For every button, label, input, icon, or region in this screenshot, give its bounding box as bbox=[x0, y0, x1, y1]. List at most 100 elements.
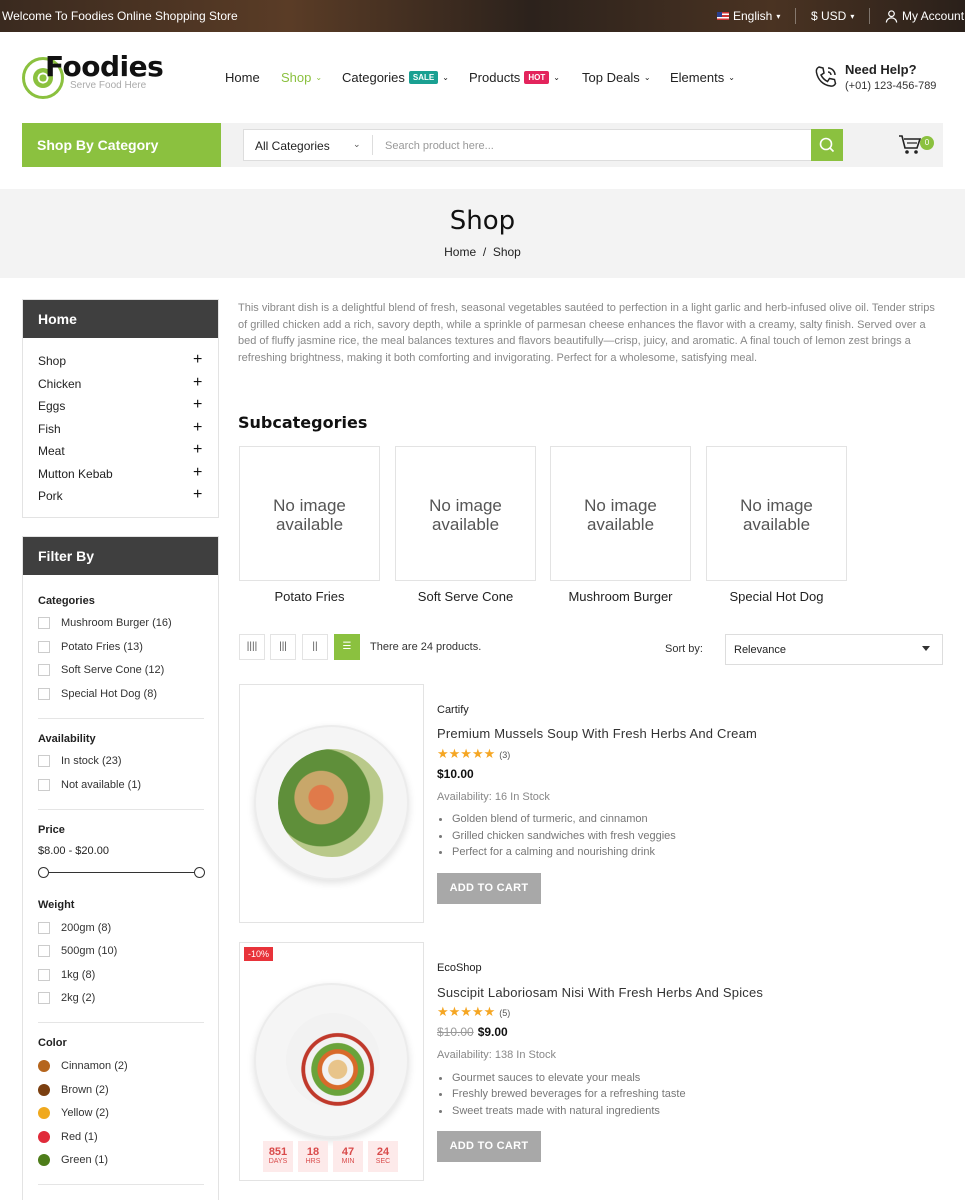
add-to-cart-button[interactable]: ADD TO CART bbox=[437, 873, 541, 904]
category-description: This vibrant dish is a delightful blend … bbox=[238, 302, 935, 365]
checkbox[interactable] bbox=[38, 922, 50, 934]
filter-option[interactable]: Cinnamon (2) bbox=[61, 1060, 128, 1072]
filter-option[interactable]: In stock (23) bbox=[61, 755, 122, 767]
checkbox[interactable] bbox=[38, 755, 50, 767]
subcategory-name[interactable]: Special Hot Dog bbox=[706, 589, 847, 604]
filter-option[interactable]: 2kg (2) bbox=[61, 992, 95, 1004]
nav-home[interactable]: Home bbox=[225, 70, 260, 85]
grid-4-view-button[interactable]: |||| bbox=[239, 634, 265, 660]
filter-option[interactable]: Potato Fries (13) bbox=[61, 641, 143, 653]
language-selector[interactable]: English ▾ bbox=[717, 9, 780, 23]
price-slider-track[interactable] bbox=[43, 872, 200, 873]
list-view-button[interactable]: ☰ bbox=[334, 634, 360, 660]
filter-option[interactable]: Brown (2) bbox=[61, 1084, 109, 1096]
plus-icon[interactable]: + bbox=[193, 442, 202, 458]
sidebar-item-shop[interactable]: Shop bbox=[38, 354, 66, 368]
color-swatch-cinnamon[interactable] bbox=[38, 1060, 50, 1072]
product-title[interactable]: Suscipit Laboriosam Nisi With Fresh Herb… bbox=[437, 985, 763, 1000]
logo-text[interactable]: Foodies bbox=[45, 50, 164, 83]
checkbox[interactable] bbox=[38, 945, 50, 957]
sale-badge: SALE bbox=[408, 71, 439, 84]
nav-label: Shop bbox=[281, 70, 312, 85]
stars-icon: ★★★★★ bbox=[437, 1004, 496, 1019]
grid-3-icon: ||| bbox=[279, 641, 287, 652]
divider bbox=[372, 135, 373, 155]
filter-option[interactable]: Mushroom Burger (16) bbox=[61, 617, 172, 629]
grid-2-view-button[interactable]: || bbox=[302, 634, 328, 660]
breadcrumb-home[interactable]: Home bbox=[444, 245, 476, 259]
plus-icon[interactable]: + bbox=[193, 420, 202, 436]
checkbox[interactable] bbox=[38, 688, 50, 700]
price-slider-min-handle[interactable] bbox=[38, 867, 49, 878]
filter-option[interactable]: Soft Serve Cone (12) bbox=[61, 664, 164, 676]
filter-option[interactable]: Red (1) bbox=[61, 1131, 98, 1143]
filter-option[interactable]: Yellow (2) bbox=[61, 1107, 109, 1119]
grid-3-view-button[interactable]: ||| bbox=[270, 634, 296, 660]
nav-label: Home bbox=[225, 70, 260, 85]
chevron-down-icon[interactable]: ⌄ bbox=[353, 139, 361, 150]
countdown-seconds: 24 SEC bbox=[368, 1141, 398, 1172]
sidebar-item-fish[interactable]: Fish bbox=[38, 422, 61, 436]
caret-down-icon[interactable] bbox=[922, 646, 930, 651]
nav-label: Products bbox=[469, 70, 521, 85]
sidebar-item-pork[interactable]: Pork bbox=[38, 489, 63, 503]
product-availability: Availability: 138 In Stock bbox=[437, 1049, 557, 1061]
plus-icon[interactable]: + bbox=[193, 397, 202, 413]
plus-icon[interactable]: + bbox=[193, 375, 202, 391]
checkbox[interactable] bbox=[38, 992, 50, 1004]
color-swatch-brown[interactable] bbox=[38, 1084, 50, 1096]
filter-option[interactable]: Not available (1) bbox=[61, 779, 141, 791]
account-link[interactable]: My Account bbox=[885, 9, 964, 23]
nav-products[interactable]: Products HOT ⌄ bbox=[469, 70, 560, 85]
checkbox[interactable] bbox=[38, 664, 50, 676]
sort-select[interactable]: Relevance bbox=[725, 634, 943, 665]
breadcrumb-separator: / bbox=[482, 245, 487, 259]
filter-option[interactable]: Special Hot Dog (8) bbox=[61, 688, 157, 700]
checkbox[interactable] bbox=[38, 779, 50, 791]
product-image[interactable] bbox=[239, 684, 424, 923]
checkbox[interactable] bbox=[38, 969, 50, 981]
countdown-minutes: 47 MIN bbox=[333, 1141, 363, 1172]
color-swatch-green[interactable] bbox=[38, 1154, 50, 1166]
chevron-down-icon: ▾ bbox=[776, 11, 781, 21]
color-swatch-yellow[interactable] bbox=[38, 1107, 50, 1119]
subcategory-image[interactable]: No image available bbox=[550, 446, 691, 581]
subcategory-name[interactable]: Mushroom Burger bbox=[550, 589, 691, 604]
sidebar-item-eggs[interactable]: Eggs bbox=[38, 399, 65, 413]
subcategory-image[interactable]: No image available bbox=[395, 446, 536, 581]
countdown-unit: HRS bbox=[305, 1158, 321, 1165]
nav-top-deals[interactable]: Top Deals ⌄ bbox=[582, 70, 651, 85]
subcategory-name[interactable]: Potato Fries bbox=[239, 589, 380, 604]
divider bbox=[869, 8, 870, 24]
search-input[interactable]: Search product here... bbox=[385, 140, 494, 152]
countdown-value: 24 bbox=[376, 1146, 390, 1158]
filter-option[interactable]: Green (1) bbox=[61, 1154, 108, 1166]
nav-shop[interactable]: Shop ⌄ bbox=[281, 70, 322, 85]
plus-icon[interactable]: + bbox=[193, 465, 202, 481]
filter-option[interactable]: 1kg (8) bbox=[61, 969, 95, 981]
nav-elements[interactable]: Elements ⌄ bbox=[670, 70, 735, 85]
sidebar-item-mutton-kebab[interactable]: Mutton Kebab bbox=[38, 467, 113, 481]
checkbox[interactable] bbox=[38, 641, 50, 653]
product-title[interactable]: Premium Mussels Soup With Fresh Herbs An… bbox=[437, 726, 757, 741]
category-select[interactable]: All Categories bbox=[255, 139, 330, 153]
price-slider-max-handle[interactable] bbox=[194, 867, 205, 878]
sidebar-item-meat[interactable]: Meat bbox=[38, 444, 65, 458]
color-swatch-red[interactable] bbox=[38, 1131, 50, 1143]
add-to-cart-button[interactable]: ADD TO CART bbox=[437, 1131, 541, 1162]
plus-icon[interactable]: + bbox=[193, 487, 202, 503]
help-phone[interactable]: (+01) 123-456-789 bbox=[845, 80, 936, 92]
subcategory-image[interactable]: No image available bbox=[706, 446, 847, 581]
plus-icon[interactable]: + bbox=[193, 352, 202, 368]
cart-icon[interactable] bbox=[898, 134, 922, 156]
search-button[interactable] bbox=[811, 129, 843, 161]
sidebar-item-chicken[interactable]: Chicken bbox=[38, 377, 81, 391]
shop-by-category-button[interactable]: Shop By Category bbox=[22, 123, 221, 167]
subcategory-image[interactable]: No image available bbox=[239, 446, 380, 581]
filter-option[interactable]: 200gm (8) bbox=[61, 922, 111, 934]
filter-option[interactable]: 500gm (10) bbox=[61, 945, 117, 957]
nav-categories[interactable]: Categories SALE ⌄ bbox=[342, 70, 449, 85]
checkbox[interactable] bbox=[38, 617, 50, 629]
currency-selector[interactable]: $ USD ▾ bbox=[811, 9, 854, 23]
subcategory-name[interactable]: Soft Serve Cone bbox=[395, 589, 536, 604]
